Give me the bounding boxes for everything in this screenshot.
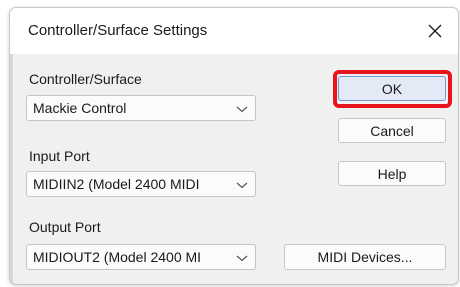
controller-surface-select[interactable]: Mackie Control [26,95,256,121]
output-port-value: MIDIOUT2 (Model 2400 MI [33,249,202,265]
chevron-down-icon [236,106,248,113]
output-port-select[interactable]: MIDIOUT2 (Model 2400 MI [26,244,256,270]
midi-devices-button[interactable]: MIDI Devices... [284,244,446,270]
controller-surface-value: Mackie Control [33,100,127,116]
controller-surface-label: Controller/Surface [29,71,142,87]
input-port-select[interactable]: MIDIIN2 (Model 2400 MIDI [26,171,256,197]
chevron-down-icon [236,182,248,189]
title-bar: Controller/Surface Settings [10,8,458,54]
close-button[interactable] [412,8,458,54]
output-port-label: Output Port [29,219,101,235]
ok-button[interactable]: OK [338,76,446,101]
help-button[interactable]: Help [338,161,446,186]
chevron-down-icon [236,255,248,262]
input-port-value: MIDIIN2 (Model 2400 MIDI [33,176,200,192]
settings-dialog: Controller/Surface Settings Controller/S… [9,7,459,285]
input-port-label: Input Port [29,148,90,164]
left-edge-strip [10,54,13,284]
cancel-button[interactable]: Cancel [338,118,446,143]
close-icon [428,24,442,38]
dialog-title: Controller/Surface Settings [28,22,208,39]
